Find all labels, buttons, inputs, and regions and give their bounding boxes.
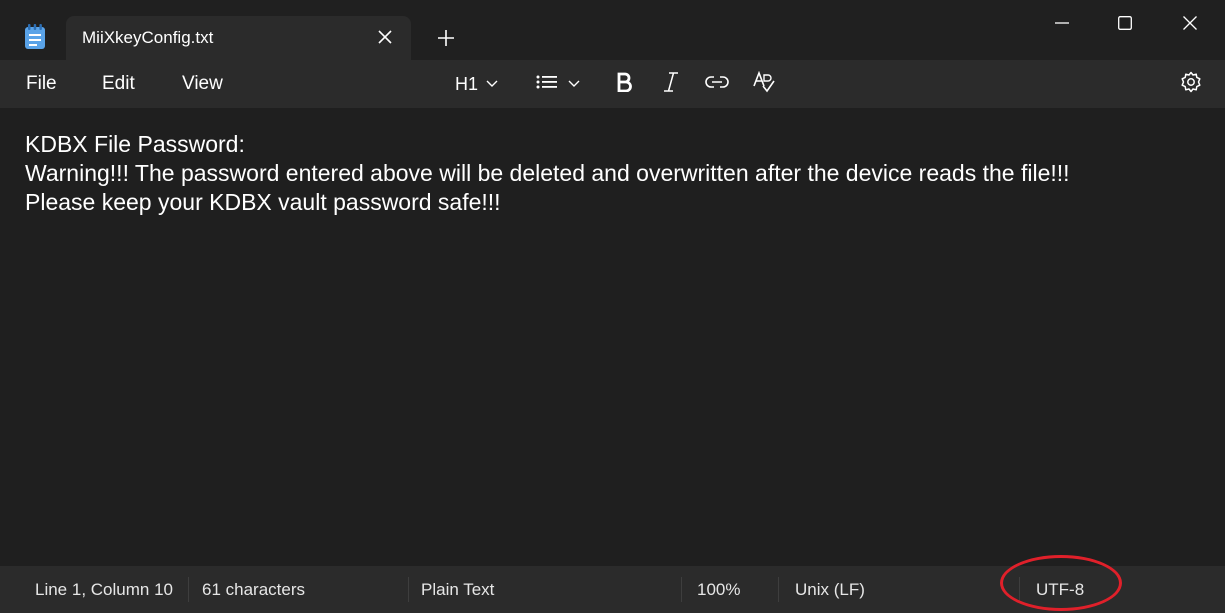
- zoom-level[interactable]: 100%: [697, 580, 740, 600]
- status-divider: [188, 577, 189, 602]
- heading-label: H1: [455, 73, 479, 94]
- settings-button[interactable]: [1178, 70, 1204, 98]
- cursor-position: Line 1, Column 10: [35, 580, 173, 599]
- line-ending[interactable]: Unix (LF): [795, 580, 865, 600]
- document-line: Warning!!! The password entered above wi…: [25, 160, 1070, 186]
- close-icon[interactable]: [373, 25, 397, 49]
- bold-button[interactable]: [612, 70, 636, 98]
- document-tab[interactable]: MiiXkeyConfig.txt: [66, 16, 411, 60]
- maximize-icon[interactable]: [1105, 6, 1145, 40]
- status-divider: [778, 577, 779, 602]
- character-count: 61 characters: [202, 580, 305, 599]
- notepad-icon: [24, 24, 46, 50]
- document-line: KDBX File Password:: [25, 131, 245, 157]
- list-dropdown[interactable]: [536, 70, 580, 98]
- italic-button[interactable]: [659, 70, 683, 98]
- plus-icon[interactable]: [432, 24, 460, 52]
- heading-dropdown[interactable]: H1: [455, 70, 498, 98]
- document-text: KDBX File Password: Warning!!! The passw…: [25, 130, 1115, 217]
- bold-icon: [616, 72, 632, 97]
- text-format[interactable]: Plain Text: [421, 580, 494, 600]
- spellcheck-button[interactable]: [750, 70, 778, 98]
- menu-edit[interactable]: Edit: [102, 73, 135, 95]
- text-editor[interactable]: KDBX File Password: Warning!!! The passw…: [0, 108, 1225, 566]
- chevron-down-icon: [486, 75, 498, 93]
- status-bar: Line 1, Column 10 61 characters Plain Te…: [0, 566, 1225, 613]
- link-button[interactable]: [703, 70, 731, 98]
- chevron-down-icon: [568, 75, 580, 93]
- menu-bar: File Edit View H1: [0, 60, 1225, 108]
- italic-icon: [663, 71, 679, 97]
- encoding[interactable]: UTF-8: [1036, 580, 1084, 600]
- menu-file[interactable]: File: [26, 73, 57, 95]
- tab-title: MiiXkeyConfig.txt: [82, 28, 214, 47]
- document-line: Please keep your KDBX vault password saf…: [25, 189, 501, 215]
- menu-view[interactable]: View: [182, 73, 223, 95]
- list-icon: [536, 74, 558, 95]
- settings-icon: [1180, 71, 1202, 98]
- status-divider: [408, 577, 409, 602]
- minimize-icon[interactable]: [1042, 6, 1082, 40]
- link-icon: [705, 75, 729, 94]
- status-divider: [681, 577, 682, 602]
- spellcheck-icon: [752, 70, 776, 98]
- status-divider: [1019, 577, 1020, 602]
- title-bar: MiiXkeyConfig.txt: [0, 0, 1225, 60]
- close-icon[interactable]: [1170, 6, 1210, 40]
